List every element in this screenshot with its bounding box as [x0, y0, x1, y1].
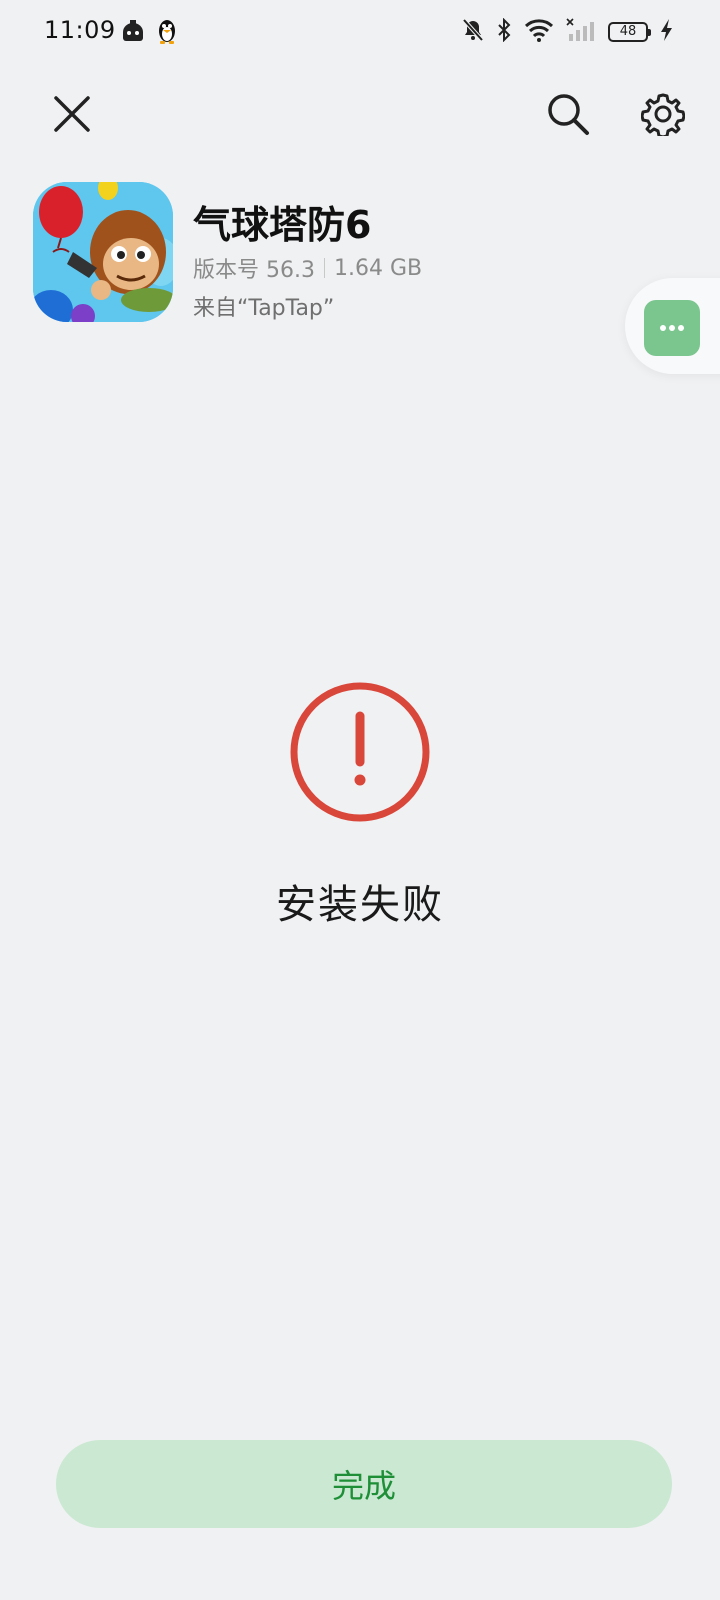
bluetooth-icon: [496, 17, 512, 46]
status-icons: 48: [450, 17, 674, 46]
app-icon: [33, 182, 173, 322]
done-button[interactable]: 完成: [56, 1440, 672, 1528]
settings-button[interactable]: [641, 92, 685, 136]
search-button[interactable]: [546, 92, 590, 136]
status-title: 安装失败: [276, 882, 444, 928]
status-time: 11:09: [44, 16, 116, 44]
charging-icon: [660, 18, 674, 46]
app-version: 版本号 56.3: [193, 258, 315, 283]
qq-penguin-icon: [156, 17, 178, 49]
status-bar: 11:09 48: [0, 0, 720, 66]
search-icon: [548, 94, 589, 135]
mute-bell-icon: [462, 18, 484, 46]
battery-icon: 48: [608, 22, 651, 42]
app-size: 1.64 GB: [333, 255, 423, 281]
meta-divider: [323, 258, 325, 278]
error-exclamation-icon: [290, 682, 430, 822]
more-dots-icon: [660, 325, 684, 331]
cell-signal-off-icon: [566, 18, 596, 46]
app-source: 来自“TapTap”: [193, 296, 335, 321]
app-name: 气球塔防6: [193, 203, 372, 247]
gear-icon: [641, 93, 685, 136]
close-button[interactable]: [50, 92, 94, 136]
wifi-icon: [524, 18, 554, 46]
app-meta: 版本号 56.3 1.64 GB: [193, 252, 422, 284]
install-result-screen: 11:09 48 气球塔防6 版本号 56.3 1.64 GB 来自“TapTa…: [0, 0, 720, 1600]
messenger-bot-icon: [120, 18, 146, 48]
floating-more-button[interactable]: [644, 300, 700, 356]
close-icon: [54, 96, 90, 132]
